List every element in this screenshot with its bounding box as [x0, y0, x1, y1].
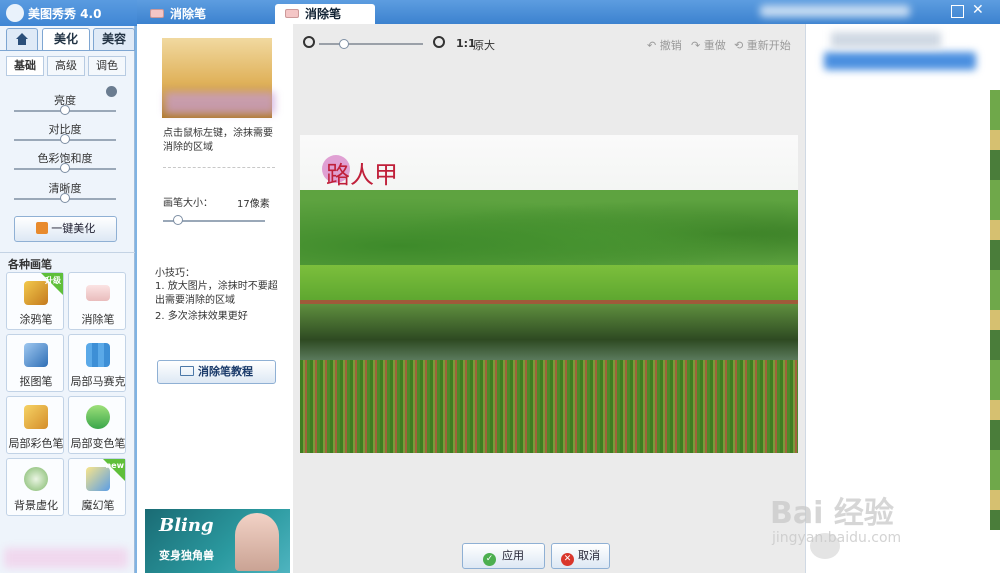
brush-size-value: 17像素	[237, 199, 270, 210]
tip-2: 2. 多次涂抹效果更好	[155, 311, 248, 322]
bling-ad-banner[interactable]: Bling 变身独角兽	[145, 509, 290, 573]
subtab-basic[interactable]: 基础	[6, 56, 44, 76]
photo-text: 路人甲	[326, 161, 398, 189]
upgrade-badge: 升级	[45, 276, 61, 285]
saturation-slider[interactable]	[60, 163, 70, 173]
zoom-in-icon[interactable]	[433, 36, 445, 48]
apply-label: 应用	[502, 549, 524, 562]
sharpness-slider[interactable]	[60, 193, 70, 203]
mosaic-icon	[86, 343, 110, 367]
tool-recolor[interactable]: 局部变色笔	[68, 396, 126, 454]
tool-color-brush[interactable]: 局部彩色笔	[6, 396, 64, 454]
brushes-heading: 各种画笔	[8, 258, 52, 271]
tree-line	[300, 190, 798, 270]
undo-button[interactable]: ↶ 撤销	[647, 37, 682, 53]
eraser-tab-icon	[150, 9, 164, 18]
tool-mosaic-label: 局部马赛克	[70, 375, 126, 388]
home-icon	[16, 33, 28, 45]
photo-canvas[interactable]: 路人甲	[300, 135, 798, 453]
app-title: 美图秀秀 4.0	[28, 7, 102, 21]
reset-button[interactable]: ⟲ 重新开始	[734, 37, 791, 53]
apply-button[interactable]: ✓ 应用	[462, 543, 545, 569]
tool-magic-brush[interactable]: new 魔幻笔	[68, 458, 126, 516]
tips-title: 小技巧：	[155, 268, 195, 279]
new-badge: new	[105, 461, 124, 470]
tool-doodle[interactable]: 升级 涂鸦笔	[6, 272, 64, 330]
paintbrush-icon	[24, 405, 48, 429]
tutorial-label: 消除笔教程	[198, 365, 253, 378]
close-button[interactable]: ✕	[972, 2, 984, 18]
redo-button[interactable]: ↷ 重做	[691, 37, 726, 53]
one-click-beautify-label: 一键美化	[51, 222, 96, 235]
cross-icon: ✕	[561, 553, 574, 566]
instruction-text: 点击鼠标左键，涂抹需要消除的区域	[163, 128, 273, 153]
tool-cutout[interactable]: 抠图笔	[6, 334, 64, 392]
brush-size-slider[interactable]	[173, 215, 183, 225]
brush-size-label: 画笔大小：	[163, 198, 213, 209]
brightness-slider[interactable]	[60, 105, 70, 115]
tool-eraser-label: 消除笔	[81, 313, 115, 326]
ad-model-image	[235, 513, 279, 571]
watermark-url: jingyan.baidu.com	[772, 530, 902, 546]
cancel-button[interactable]: ✕ 取消	[551, 543, 610, 569]
dialog-tab-active[interactable]: 消除笔	[275, 4, 375, 24]
dialog-tab-inactive[interactable]: 消除笔	[140, 4, 260, 24]
tool-recolor-label: 局部变色笔	[70, 437, 126, 450]
tutorial-button[interactable]: 消除笔教程	[157, 360, 276, 384]
home-tab[interactable]	[6, 28, 38, 50]
baidu-watermark: Bai 经验	[770, 496, 894, 531]
zoom-out-icon[interactable]	[303, 36, 315, 48]
blurred-overlay	[165, 92, 275, 114]
grass-bank	[300, 265, 798, 305]
dialog-tab-active-label: 消除笔	[305, 7, 342, 21]
blurred-right-bar	[824, 52, 976, 70]
blurred-title-area	[760, 5, 910, 17]
blur-icon	[24, 467, 48, 491]
subtab-advanced[interactable]: 高级	[47, 56, 85, 76]
tab-beauty[interactable]: 美容	[93, 28, 135, 50]
ad-subtitle: 变身独角兽	[159, 549, 214, 562]
blurred-status	[4, 548, 128, 568]
tool-cutout-label: 抠图笔	[19, 375, 53, 388]
eraser-icon	[86, 285, 110, 301]
book-icon	[180, 366, 194, 376]
blurred-right-text	[831, 32, 941, 48]
one-click-beautify-button[interactable]: 一键美化	[14, 216, 117, 242]
pen-nib-icon	[24, 343, 48, 367]
tab-beautify[interactable]: 美化	[42, 28, 90, 50]
wand-icon	[35, 222, 48, 234]
check-icon: ✓	[483, 553, 496, 566]
zoom-slider[interactable]	[339, 39, 349, 49]
ad-title: Bling	[159, 515, 214, 536]
tool-doodle-label: 涂鸦笔	[19, 313, 53, 326]
tip-1: 1. 放大图片，涂抹时不要超出需要消除的区域	[155, 281, 278, 306]
dialog-tab-inactive-label: 消除笔	[170, 7, 207, 21]
contrast-slider[interactable]	[60, 134, 70, 144]
tool-bg-blur-label: 背景虚化	[14, 499, 58, 512]
tool-eraser[interactable]: 消除笔	[68, 272, 126, 330]
tool-bg-blur[interactable]: 背景虚化	[6, 458, 64, 516]
eraser-tab-icon	[285, 9, 299, 18]
zoom-track	[319, 43, 423, 45]
reeds	[300, 360, 798, 453]
tool-mosaic[interactable]: 局部马赛克	[68, 334, 126, 392]
paint-bucket-icon	[86, 405, 110, 429]
settings-panel: 点击鼠标左键，涂抹需要消除的区域 画笔大小： 17像素 小技巧： 1. 放大图片…	[145, 24, 293, 573]
ratio-label[interactable]: 原大	[473, 37, 495, 53]
tool-magic-brush-label: 魔幻笔	[81, 499, 115, 512]
left-panel: 美化 美容 基础 高级 调色 亮度 对比度 色彩饱和度 清晰度 一键美化 各种画…	[0, 26, 135, 573]
subtab-color[interactable]: 调色	[88, 56, 126, 76]
background-strip	[990, 90, 1000, 530]
cancel-label: 取消	[578, 549, 600, 562]
app-logo-icon	[6, 4, 24, 22]
maximize-button[interactable]	[951, 5, 964, 18]
tool-color-brush-label: 局部彩色笔	[8, 437, 64, 450]
